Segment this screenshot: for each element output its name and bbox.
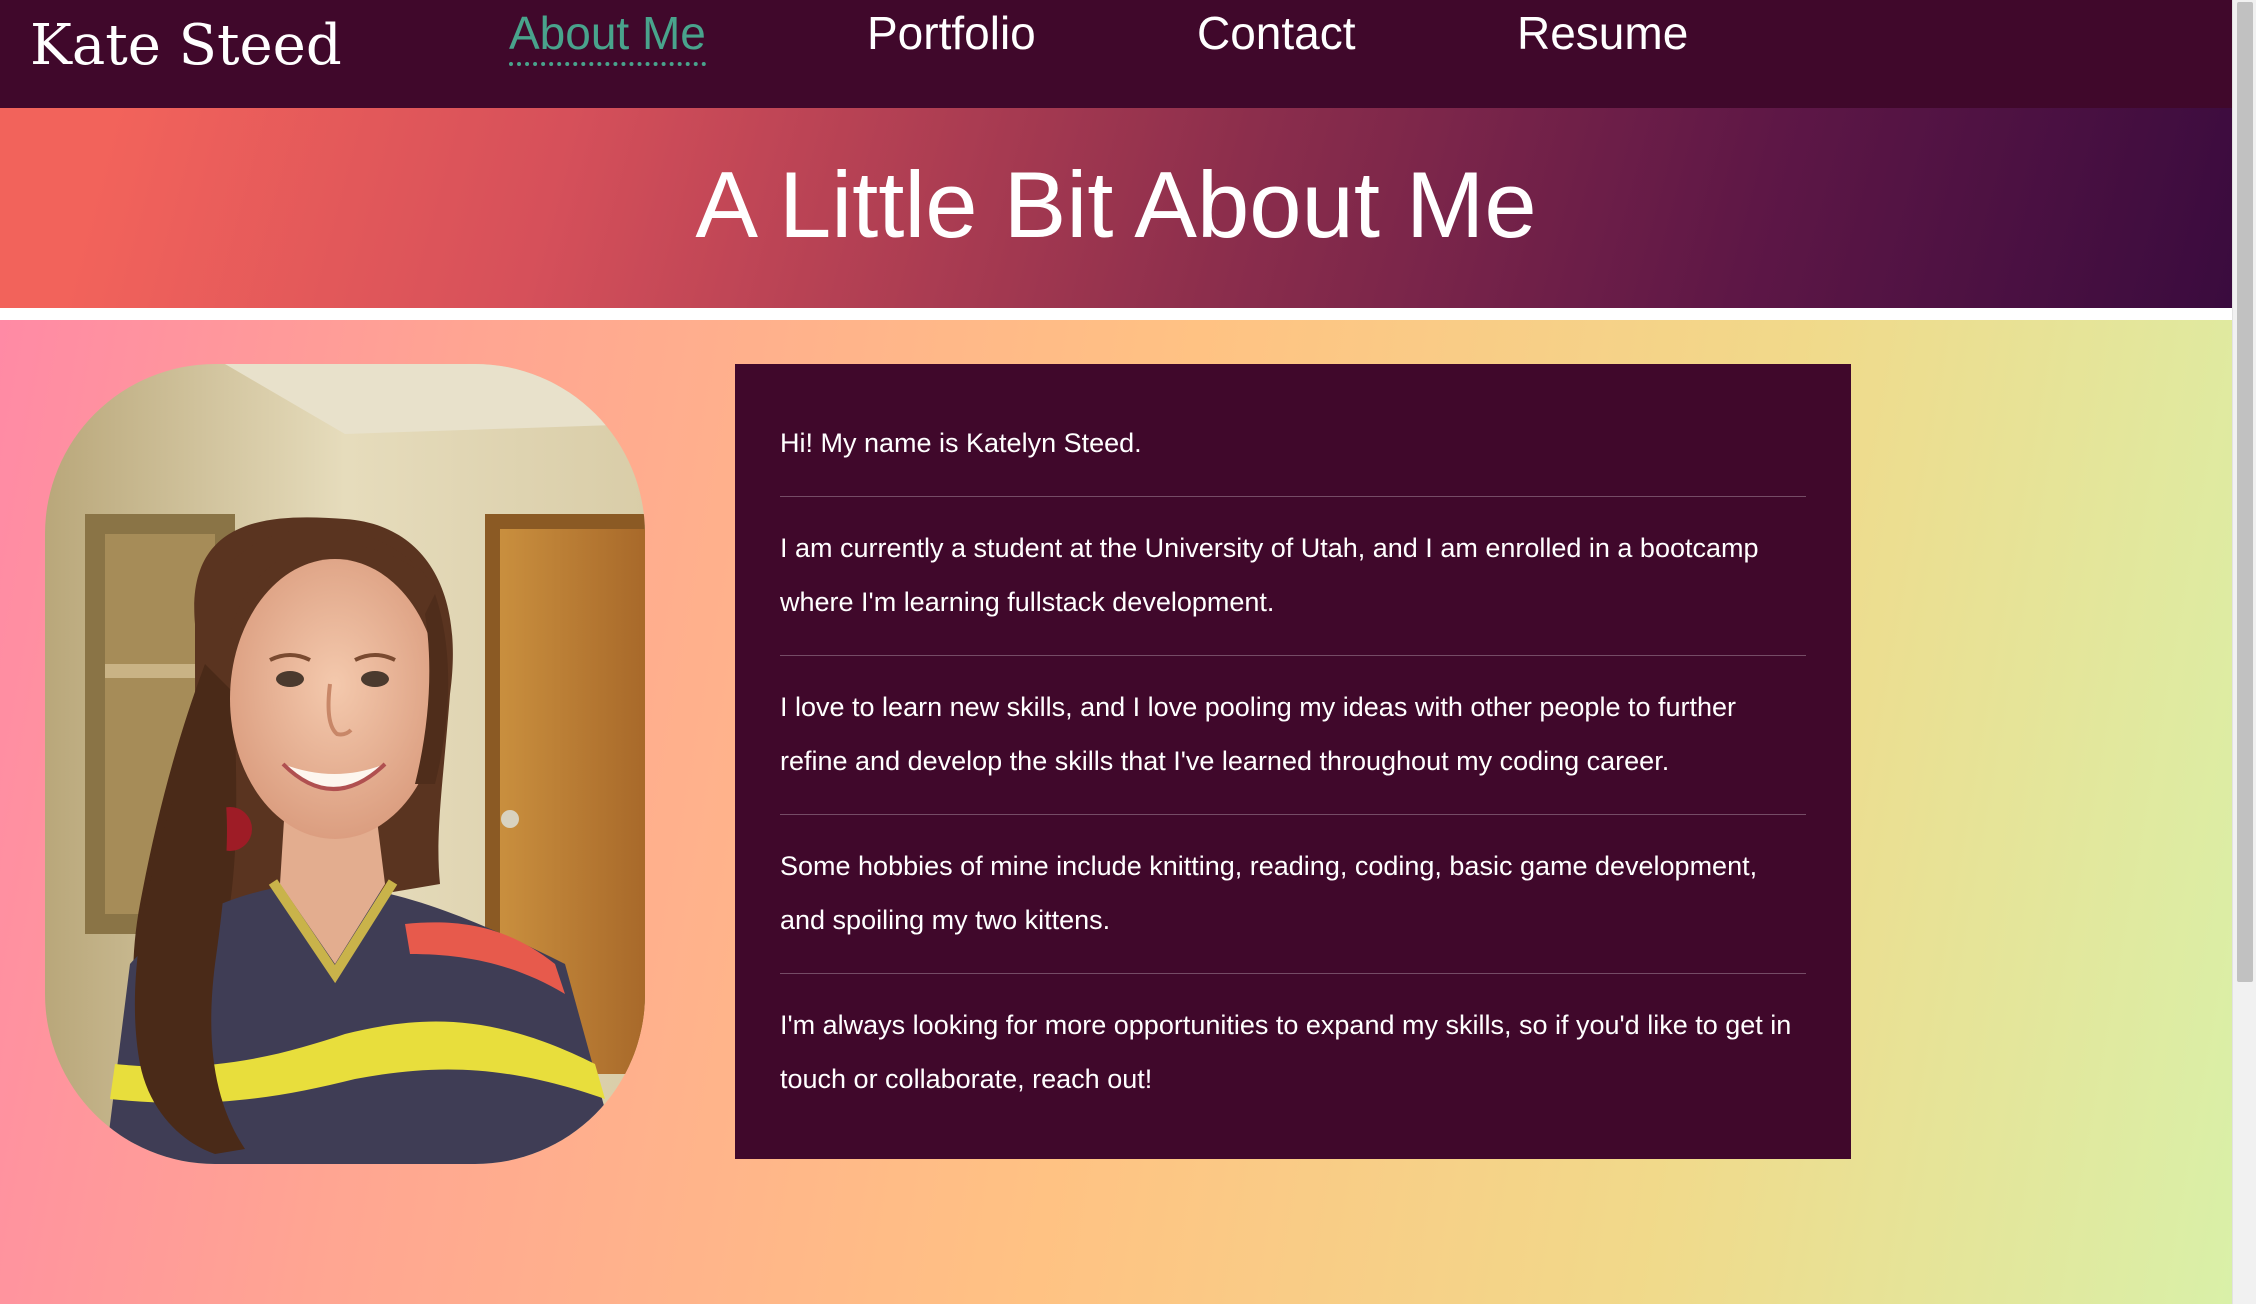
about-paragraph-contact: I'm always looking for more opportunitie… [780,1010,1792,1094]
about-paragraph-hobbies: Some hobbies of mine include knitting, r… [780,851,1758,935]
about-paragraph-skills: I love to learn new skills, and I love p… [780,692,1737,776]
brand-name[interactable]: Kate Steed [30,10,342,82]
nav-link-portfolio[interactable]: Portfolio [867,4,1036,62]
paragraph-divider [780,655,1806,656]
hero-banner: A Little Bit About Me [0,108,2232,308]
nav-link-contact[interactable]: Contact [1197,4,1356,62]
about-paragraph-education: I am currently a student at the Universi… [780,533,1759,617]
navbar: Kate Steed About Me Portfolio Contact Re… [0,0,2232,108]
paragraph-divider [780,496,1806,497]
paragraph-divider [780,814,1806,815]
paragraph-divider [780,973,1806,974]
about-paragraph-intro: Hi! My name is Katelyn Steed. [780,428,1142,458]
page: Kate Steed About Me Portfolio Contact Re… [0,0,2232,1304]
scrollbar-thumb[interactable] [2237,2,2253,982]
hero-divider [0,308,2232,320]
nav-link-resume[interactable]: Resume [1517,4,1688,62]
about-section: Hi! My name is Katelyn Steed. I am curre… [0,320,2232,1304]
vertical-scrollbar[interactable] [2232,0,2256,1304]
profile-photo [45,364,645,1164]
page-title: A Little Bit About Me [695,152,1537,257]
nav-link-about-me[interactable]: About Me [509,4,706,66]
about-card: Hi! My name is Katelyn Steed. I am curre… [735,364,1851,1159]
